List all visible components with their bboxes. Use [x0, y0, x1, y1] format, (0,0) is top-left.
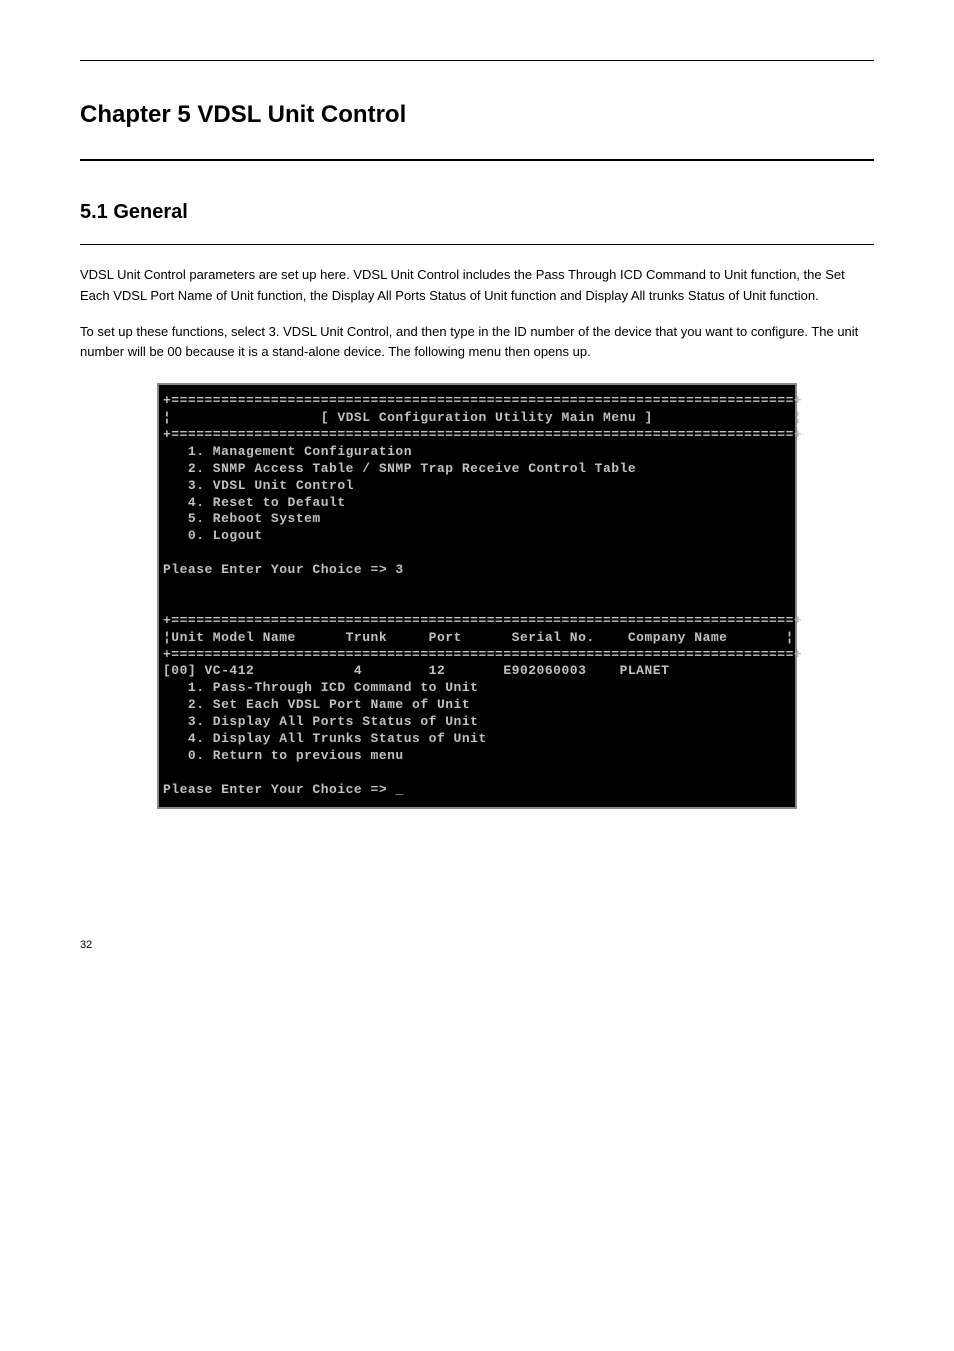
- terminal-menu-5: 5. Reboot System: [163, 511, 321, 526]
- terminal-menu-0: 0. Logout: [163, 528, 263, 543]
- section-heading: 5.1 General: [80, 201, 874, 224]
- page-number: 32: [80, 939, 874, 951]
- top-divider: [80, 60, 874, 61]
- terminal-screenshot: +=======================================…: [157, 383, 797, 808]
- terminal-menu-2: 2. SNMP Access Table / SNMP Trap Receive…: [163, 461, 636, 476]
- section-divider: [80, 244, 874, 245]
- terminal-menu-1: 1. Management Configuration: [163, 444, 412, 459]
- terminal-submenu-3: 3. Display All Ports Status of Unit: [163, 714, 478, 729]
- terminal-data-row: [00] VC-412 4 12 E902060003 PLANET: [163, 663, 669, 678]
- terminal-border-mid1: +=======================================…: [163, 613, 802, 628]
- chapter-title: Chapter 5 VDSL Unit Control: [80, 101, 874, 129]
- terminal-menu-4: 4. Reset to Default: [163, 495, 346, 510]
- terminal-prompt-1: Please Enter Your Choice => 3: [163, 562, 404, 577]
- terminal-title: ¦ [ VDSL Configuration Utility Main Menu…: [163, 410, 802, 425]
- body-paragraph-2: To set up these functions, select 3. VDS…: [80, 322, 874, 364]
- terminal-submenu-0: 0. Return to previous menu: [163, 748, 404, 763]
- terminal-border-mid2: +=======================================…: [163, 647, 802, 662]
- terminal-border-title: +=======================================…: [163, 427, 802, 442]
- chapter-divider: [80, 159, 874, 161]
- terminal-prompt-2: Please Enter Your Choice => _: [163, 782, 404, 797]
- body-paragraph-1: VDSL Unit Control parameters are set up …: [80, 265, 874, 307]
- terminal-submenu-2: 2. Set Each VDSL Port Name of Unit: [163, 697, 470, 712]
- terminal-submenu-1: 1. Pass-Through ICD Command to Unit: [163, 680, 478, 695]
- terminal-header: ¦Unit Model Name Trunk Port Serial No. C…: [163, 630, 794, 645]
- terminal-submenu-4: 4. Display All Trunks Status of Unit: [163, 731, 487, 746]
- terminal-menu-3: 3. VDSL Unit Control: [163, 478, 354, 493]
- terminal-border-top: +=======================================…: [163, 393, 802, 408]
